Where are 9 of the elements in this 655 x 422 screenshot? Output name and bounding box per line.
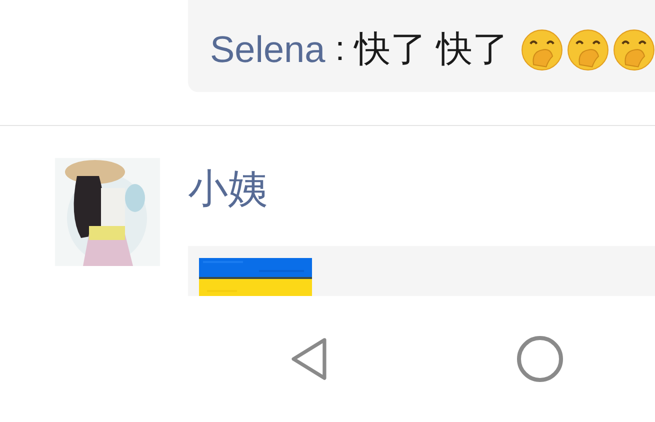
colon: : [335,30,345,69]
poster-name[interactable]: 小姨 [188,164,268,214]
smiley-icon [520,28,563,70]
smiley-icon [612,28,655,70]
commenter-name[interactable]: Selena [210,28,326,70]
smiley-icon [566,28,609,70]
home-icon[interactable] [515,334,565,384]
back-icon[interactable] [289,336,329,382]
comment-text: 快了 快了 [354,27,509,71]
